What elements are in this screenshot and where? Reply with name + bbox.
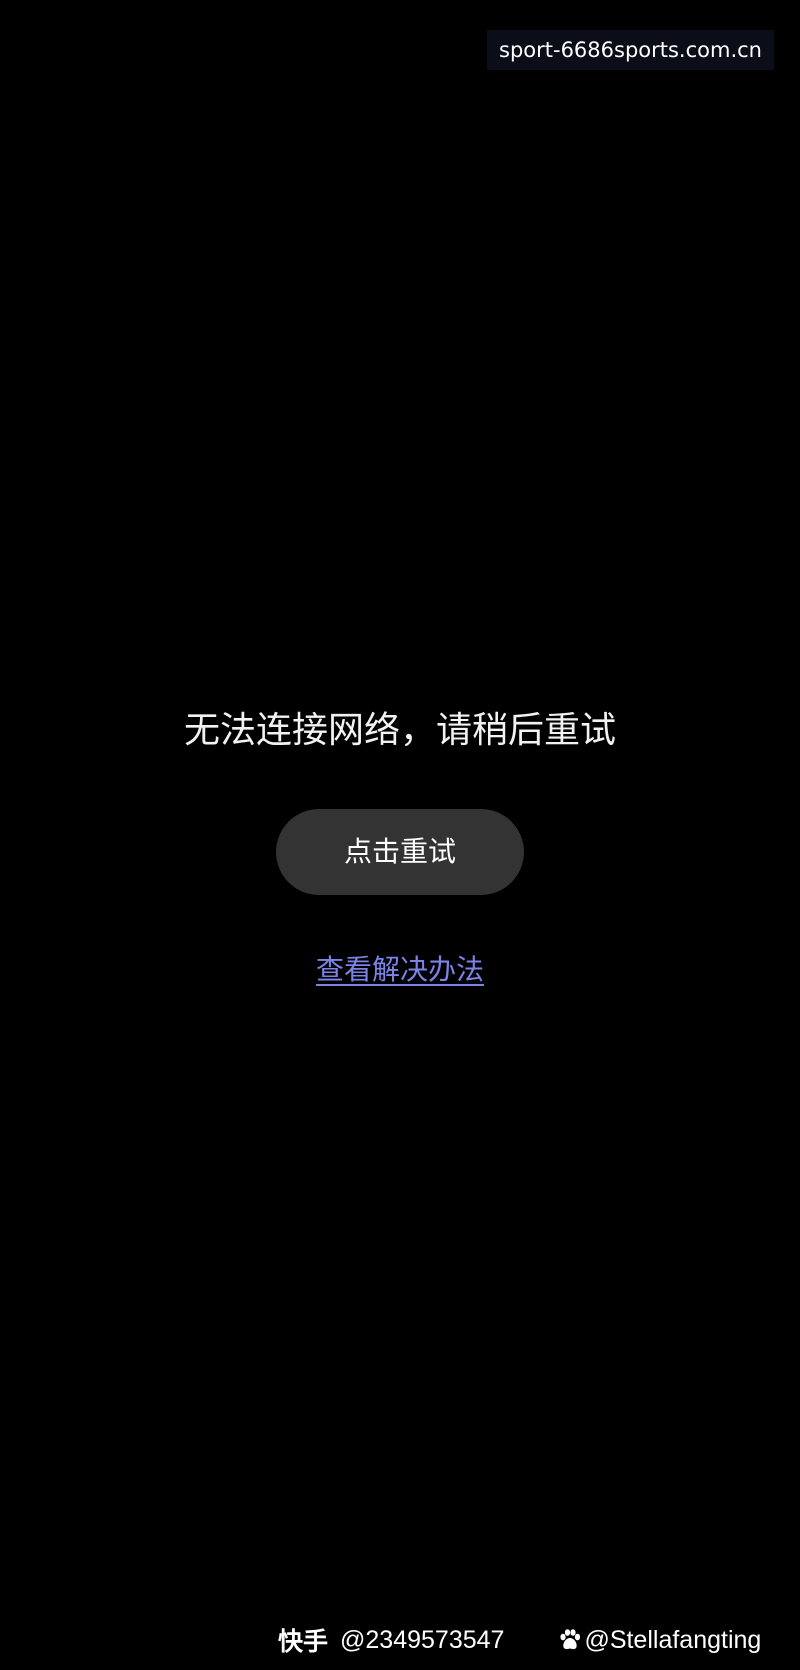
kuaishou-user-id: @2349573547 (340, 1625, 505, 1654)
retry-button[interactable]: 点击重试 (276, 809, 524, 895)
view-solution-link[interactable]: 查看解决办法 (316, 953, 484, 986)
baidu-user-id: @Stellafangting (584, 1625, 762, 1654)
network-error-message: 无法连接网络，请稍后重试 (183, 710, 616, 751)
solution-link-container: 查看解决办法 (0, 950, 800, 990)
footer-watermarks: 快手 @2349573547 @Stellafangting (278, 1620, 792, 1660)
watermark-site-url: sport-6686sports.com.cn (487, 30, 774, 70)
baidu-paw-icon (558, 1628, 582, 1652)
kuaishou-label: 快手 (278, 1627, 329, 1656)
